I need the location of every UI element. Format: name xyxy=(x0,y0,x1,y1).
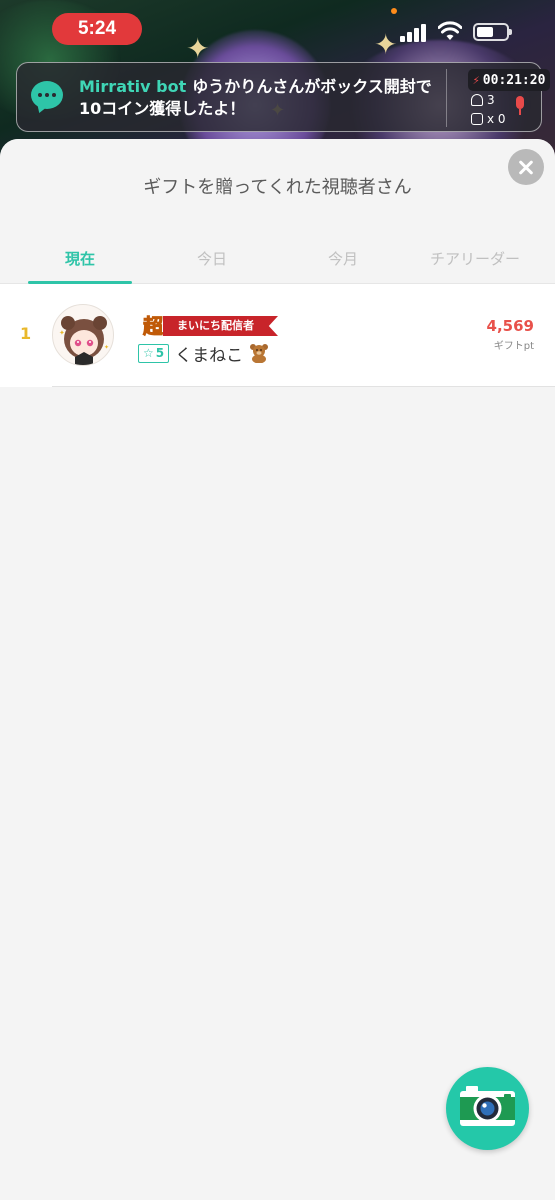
status-time[interactable]: 5:24 xyxy=(52,13,142,45)
cellular-signal-icon xyxy=(400,24,430,42)
avatar[interactable]: ✦ ✦ xyxy=(52,304,114,366)
banner-divider xyxy=(446,69,447,127)
gift-icon xyxy=(471,113,483,125)
tab-cheerleader[interactable]: チアリーダー xyxy=(409,239,541,284)
camera-icon xyxy=(460,1086,515,1126)
wifi-icon xyxy=(438,21,462,40)
gift-points: 4,569 ギフトpt xyxy=(487,317,534,352)
notification-banner[interactable]: Mirrativ bot ゆうかりんさんがボックス開封で10コイン獲得したよ！ ⚡… xyxy=(16,62,550,132)
privacy-indicator-dot xyxy=(391,8,397,14)
rank-number: 1 xyxy=(20,324,32,343)
svg-text:✦: ✦ xyxy=(104,344,109,351)
badge-super-label: 超 xyxy=(143,314,164,338)
person-icon xyxy=(471,94,483,106)
close-icon[interactable] xyxy=(508,149,544,185)
tab-current[interactable]: 現在 xyxy=(14,239,146,284)
period-tabs: 現在 今日 今月 チアリーダー xyxy=(0,239,555,284)
gift-points-value: 4,569 xyxy=(486,317,534,335)
avatar-image: ✦ ✦ xyxy=(59,316,109,365)
gift-points-unit: ギフトpt xyxy=(493,341,534,352)
gift-count-value: x 0 xyxy=(487,112,506,126)
tab-this-month[interactable]: 今月 xyxy=(277,239,409,284)
sheet-title: ギフトを贈ってくれた視聴者さん xyxy=(143,177,412,198)
status-bar: 5:24 xyxy=(0,0,555,60)
sheet-header: ギフトを贈ってくれた視聴者さん 現在 今日 今月 チアリーダー xyxy=(0,139,555,284)
username[interactable]: くまねこ xyxy=(175,341,243,366)
svg-text:✦: ✦ xyxy=(59,329,65,337)
stream-timer: ⚡ 00:21:20 xyxy=(468,69,550,91)
lightning-icon: ⚡ xyxy=(472,73,480,87)
chat-bubble-icon xyxy=(31,81,63,109)
viewer-count-value: 3 xyxy=(487,93,495,107)
stream-timer-value: 00:21:20 xyxy=(482,72,546,88)
list-item[interactable]: 1 ✦ ✦ 超 まいにち配信者 ☆ 5 くまねこ 4,569 ギフトpt xyxy=(0,284,555,387)
badge-ribbon-label: まいにち配信者 xyxy=(163,316,278,336)
viewer-count: 3 xyxy=(471,93,495,107)
gift-count: x 0 xyxy=(471,112,506,126)
level-badge: ☆ 5 xyxy=(138,343,170,363)
gift-viewers-sheet: ギフトを贈ってくれた視聴者さん 現在 今日 今月 チアリーダー 1 ✦ ✦ 超 … xyxy=(0,139,555,1200)
star-icon: ☆ xyxy=(143,346,154,360)
tab-today[interactable]: 今日 xyxy=(146,239,278,284)
battery-icon xyxy=(473,23,512,41)
teddy-bear-icon xyxy=(250,344,269,363)
banner-message: Mirrativ bot ゆうかりんさんがボックス開封で10コイン獲得したよ！ xyxy=(79,76,449,120)
microphone-icon[interactable] xyxy=(514,96,526,116)
banner-sender: Mirrativ bot xyxy=(79,77,187,96)
user-name-row: ☆ 5 くまねこ xyxy=(138,340,269,366)
row-divider xyxy=(52,386,555,387)
camera-button[interactable] xyxy=(446,1067,529,1150)
level-value: 5 xyxy=(155,346,165,360)
streak-badge: 超 まいにち配信者 xyxy=(143,314,278,338)
